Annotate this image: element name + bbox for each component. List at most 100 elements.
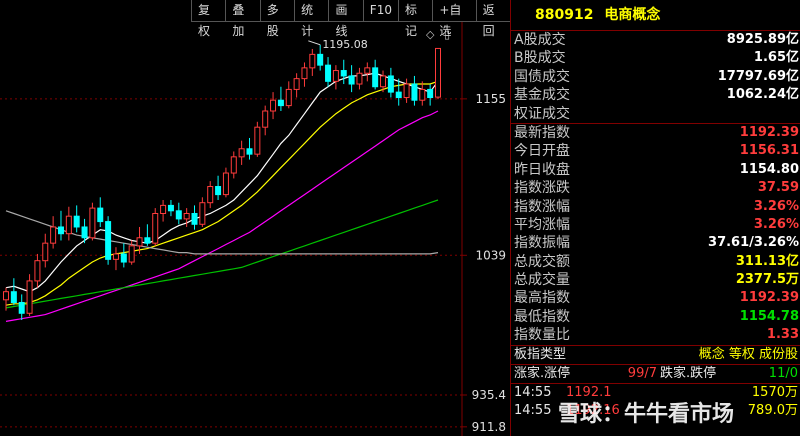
- watermark-logo: 雪球：牛牛看市场: [558, 402, 735, 427]
- quote-row: 指数量比 1.33: [511, 326, 800, 344]
- candle-body: [105, 221, 112, 260]
- candle-body: [73, 215, 80, 228]
- candle-body: [3, 291, 9, 301]
- draw-line-button[interactable]: 画线: [328, 0, 363, 38]
- quote-row: 国债成交 17797.69亿: [511, 68, 800, 86]
- quote-row: 指数振幅 37.61/3.26%: [511, 234, 800, 252]
- candle-body: [167, 204, 174, 212]
- quote-value: 1.33: [766, 327, 799, 343]
- quote-value: 37.59: [757, 180, 799, 196]
- candle-body: [277, 99, 284, 107]
- quote-label: 最低指数: [514, 308, 570, 325]
- quote-panel: 880912 电商概念 A股成交 8925.89亿 B股成交 1.65亿 国债成交 177…: [510, 0, 800, 436]
- quote-value: 1062.24亿: [726, 87, 799, 103]
- candle-body: [215, 186, 222, 196]
- candle-body: [183, 212, 190, 220]
- fuquan-button[interactable]: 复权: [191, 0, 226, 38]
- moving-average-line: [5, 80, 439, 306]
- back-button[interactable]: 返回: [475, 0, 510, 38]
- board-type-label: 板指类型: [514, 346, 567, 362]
- candle-body: [222, 172, 229, 196]
- candle-body: [372, 67, 379, 88]
- quote-value: 2377.5万: [735, 272, 799, 288]
- candle-body: [332, 70, 339, 82]
- quote-label: 最高指数: [514, 290, 570, 307]
- y-tick-label: 911.8: [472, 420, 506, 434]
- candle-body: [309, 53, 316, 69]
- candle-body: [10, 291, 17, 303]
- candle-body: [387, 75, 394, 93]
- multi-stock-button[interactable]: 多股: [259, 0, 295, 38]
- y-tick-label: 1155: [475, 92, 506, 106]
- quote-label: 最新指数: [514, 124, 570, 141]
- index-name: 电商概念: [604, 7, 661, 23]
- quote-row: 权证成交: [511, 105, 800, 123]
- quote-label: 指数涨幅: [514, 198, 570, 215]
- candle-body: [419, 88, 426, 101]
- decliners-value: 11/0: [768, 365, 798, 381]
- quote-label: A股成交: [514, 32, 566, 48]
- candle-body: [65, 215, 72, 235]
- quote-value: 1192.39: [739, 290, 799, 306]
- quote-row: 总成交量 2377.5万: [511, 271, 800, 289]
- candle-body: [160, 204, 167, 214]
- quote-value: 17797.69亿: [717, 68, 799, 84]
- candle-body: [97, 207, 104, 223]
- mark-button[interactable]: 标记: [397, 0, 433, 38]
- quote-value: 1154.80: [739, 161, 799, 177]
- candle-body: [89, 207, 96, 239]
- candle-body: [50, 226, 57, 244]
- candle-body: [42, 242, 49, 262]
- quote-label: 国债成交: [514, 68, 570, 85]
- f10-button[interactable]: F10: [362, 0, 398, 22]
- candle-body: [238, 148, 245, 158]
- index-title: 880912 电商概念: [511, 0, 800, 31]
- quote-row: 昨日收盘 1154.80: [511, 161, 800, 179]
- quote-row: A股成交 8925.89亿: [511, 31, 800, 49]
- statistics-button[interactable]: 统计: [294, 0, 329, 38]
- candle-body: [301, 67, 308, 80]
- y-tick-label: 935.4: [472, 388, 506, 402]
- candle-body: [230, 156, 237, 174]
- candle-body: [254, 126, 261, 155]
- kline-chart[interactable]: 11551039935.4911.81195.08◇▯: [0, 0, 510, 436]
- candle-body: [112, 253, 119, 260]
- quote-label: 基金成交: [514, 87, 570, 104]
- quote-row: B股成交 1.65亿: [511, 49, 800, 67]
- candle-body: [26, 280, 33, 314]
- chart-toolbar: 复权 叠加 多股 统计 画线 F10 标记 +自选 返回: [191, 0, 510, 38]
- quote-value: 311.13亿: [735, 253, 799, 269]
- candle-body: [262, 110, 269, 128]
- quote-row: 最高指数 1192.39: [511, 289, 800, 307]
- moving-average-line: [5, 72, 439, 293]
- add-watchlist-button[interactable]: +自选: [432, 0, 476, 38]
- candle-body: [199, 202, 206, 225]
- kline-chart-area[interactable]: 11551039935.4911.81195.08◇▯ 复权 叠加 多股 统计 …: [0, 0, 510, 436]
- quote-value: 3.26%: [753, 198, 799, 214]
- candle-body: [285, 88, 292, 107]
- candle-body: [57, 226, 64, 235]
- candle-body: [435, 47, 441, 98]
- candle-body: [411, 83, 418, 101]
- candle-body: [128, 245, 135, 263]
- diamond-icon: ◇: [426, 28, 435, 41]
- candle-body: [81, 226, 88, 239]
- quote-row: 基金成交 1062.24亿: [511, 86, 800, 104]
- candle-body: [270, 99, 277, 112]
- quote-label: 指数振幅: [514, 235, 570, 252]
- candle-body: [191, 212, 198, 225]
- advancers-label: 涨家.涨停: [514, 365, 571, 381]
- quote-value: 1154.78: [739, 308, 799, 324]
- quote-value: 3.26%: [753, 216, 799, 232]
- candle-body: [364, 67, 371, 74]
- candle-body: [207, 186, 214, 204]
- candle-body: [340, 70, 347, 77]
- quote-row: 指数涨幅 3.26%: [511, 198, 800, 216]
- quote-row: 最低指数 1154.78: [511, 308, 800, 326]
- quote-row: 今日开盘 1156.31: [511, 142, 800, 160]
- candle-body: [348, 75, 355, 85]
- overlay-button[interactable]: 叠加: [225, 0, 260, 38]
- candle-body: [293, 78, 300, 90]
- quote-row: 最新指数 1192.39: [511, 122, 800, 142]
- quote-value: 1192.39: [739, 124, 799, 140]
